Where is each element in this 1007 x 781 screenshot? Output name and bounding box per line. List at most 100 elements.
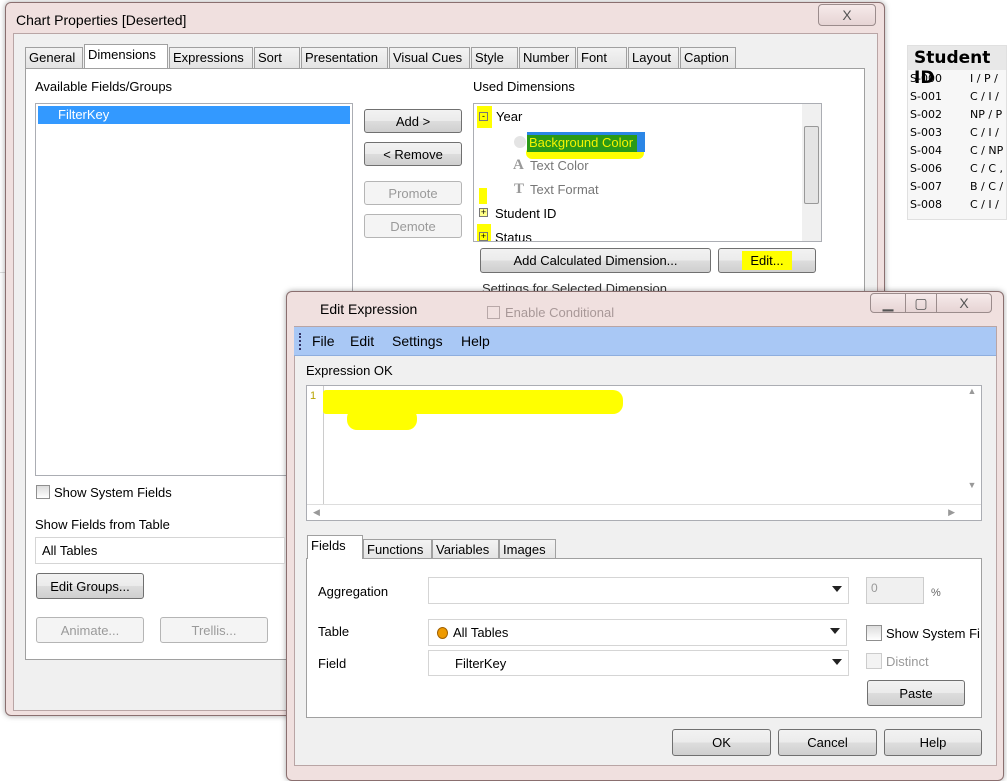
tab-general[interactable]: General (25, 47, 83, 68)
table-label: Table (318, 624, 350, 639)
table-row: S-000 I / P / (910, 72, 1004, 90)
row-id: S-001 (910, 90, 942, 103)
tree-item-text-format[interactable]: Text Format (530, 182, 599, 197)
show-system-fields-checkbox[interactable] (866, 625, 882, 641)
ok-button[interactable]: OK (672, 729, 771, 756)
tree-item-status[interactable]: Status (495, 230, 532, 241)
row-value: NP / P (970, 108, 1003, 121)
close-button[interactable]: X (818, 4, 876, 26)
distinct-label: Distinct (886, 654, 929, 669)
chevron-down-icon (832, 586, 842, 592)
field-dropdown[interactable]: FilterKey (428, 650, 849, 676)
tree-item-year[interactable]: Year (496, 109, 522, 124)
demote-button[interactable]: Demote (364, 214, 462, 238)
expand-icon[interactable]: + (479, 232, 488, 241)
tab-font[interactable]: Font (577, 47, 627, 68)
row-id: S-006 (910, 162, 942, 175)
aggregation-dropdown[interactable] (428, 577, 849, 604)
tab-fields[interactable]: Fields (307, 535, 363, 559)
background-student-table: Student ID S-000 I / P / S-001 C / I / S-002… (907, 45, 1007, 220)
enable-conditional-checkbox-box[interactable] (487, 306, 500, 319)
help-button[interactable]: Help (884, 729, 982, 756)
minimize-button[interactable]: ▁ (870, 293, 906, 313)
trellis-button[interactable]: Trellis... (160, 617, 268, 643)
row-value: C / I / (970, 90, 999, 103)
show-fields-from-table-label: Show Fields from Table (35, 517, 170, 532)
show-system-fields-checkbox[interactable] (36, 485, 50, 499)
line-number: 1 (310, 390, 317, 402)
percent-sign: % (931, 587, 941, 599)
row-value: C / I / (970, 198, 999, 211)
tab-variables[interactable]: Variables (432, 539, 499, 560)
aggregation-label: Aggregation (318, 584, 389, 599)
tab-expressions[interactable]: Expressions (169, 47, 253, 68)
tab-style[interactable]: Style (471, 47, 518, 68)
row-id: S-004 (910, 144, 942, 157)
row-id: S-007 (910, 180, 942, 193)
used-dimensions-label: Used Dimensions (473, 79, 575, 94)
used-dimensions-tree[interactable]: - Year Background Color A Text Color T T… (473, 103, 822, 242)
expression-status: Expression OK (306, 363, 393, 378)
remove-button[interactable]: < Remove (364, 142, 462, 166)
close-button[interactable]: X (936, 293, 992, 313)
edit-dimension-button[interactable]: Edit... (718, 248, 816, 273)
vertical-scrollbar[interactable]: ▲ ▼ (963, 386, 981, 504)
row-value: I / P / (970, 72, 998, 85)
tab-functions[interactable]: Functions (363, 539, 432, 560)
table-row: S-004 C / NP (910, 144, 1004, 162)
table-dropdown[interactable]: All Tables (35, 537, 285, 564)
field-label: Field (318, 656, 347, 671)
expand-icon[interactable]: + (479, 208, 488, 217)
tab-presentation[interactable]: Presentation (301, 47, 388, 68)
expression-editor[interactable]: 1 ▲ ▼ ◀ ▶ (306, 385, 982, 521)
tab-visual-cues[interactable]: Visual Cues (389, 47, 470, 68)
menu-file[interactable]: File (312, 333, 335, 349)
tab-layout[interactable]: Layout (628, 47, 679, 68)
row-value: C / I / (970, 126, 999, 139)
table-row: S-006 C / C , (910, 162, 1004, 180)
close-icon: X (842, 7, 852, 23)
percent-input[interactable]: 0 (866, 577, 924, 604)
distinct-checkbox[interactable] (866, 653, 882, 669)
tree-item-student-id[interactable]: Student ID (495, 206, 556, 221)
tab-dimensions[interactable]: Dimensions (84, 44, 168, 68)
menu-help[interactable]: Help (461, 333, 490, 349)
horizontal-scrollbar[interactable]: ◀ ▶ (307, 504, 981, 520)
paste-button[interactable]: Paste (867, 680, 965, 706)
row-id: S-003 (910, 126, 942, 139)
row-id: S-000 (910, 72, 942, 85)
show-system-fields-label: Show System Fi (886, 626, 980, 641)
collapse-icon[interactable]: - (479, 112, 488, 121)
tree-item-background-color[interactable]: Background Color (527, 132, 645, 152)
edit-groups-button[interactable]: Edit Groups... (36, 573, 144, 599)
window-title: Edit Expression (320, 301, 418, 317)
table-row: S-008 C / I / (910, 198, 1004, 216)
row-id: S-002 (910, 108, 942, 121)
animate-button[interactable]: Animate... (36, 617, 144, 643)
vertical-scrollbar[interactable] (802, 104, 821, 241)
text-color-icon: A (513, 157, 524, 173)
add-calculated-dimension-button[interactable]: Add Calculated Dimension... (480, 248, 711, 273)
row-value: C / NP (970, 144, 1004, 157)
table-row: S-003 C / I / (910, 126, 1004, 144)
tree-item-text-color[interactable]: Text Color (530, 158, 589, 173)
table-row: S-007 B / C / (910, 180, 1004, 198)
row-id: S-008 (910, 198, 942, 211)
promote-button[interactable]: Promote (364, 181, 462, 205)
tab-images[interactable]: Images (499, 539, 556, 560)
grip-icon (299, 333, 301, 350)
menu-edit[interactable]: Edit (350, 333, 374, 349)
row-value: B / C / (970, 180, 1004, 193)
add-button[interactable]: Add > (364, 109, 462, 133)
row-value: C / C , (970, 162, 1004, 175)
cancel-button[interactable]: Cancel (778, 729, 877, 756)
list-item[interactable]: FilterKey (38, 106, 350, 124)
tab-sort[interactable]: Sort (254, 47, 300, 68)
tab-caption[interactable]: Caption (680, 47, 736, 68)
tab-number[interactable]: Number (519, 47, 576, 68)
maximize-button[interactable]: ▢ (905, 293, 937, 313)
table-dropdown[interactable]: All Tables (428, 619, 847, 646)
text-format-icon: T (514, 181, 525, 197)
enable-conditional-checkbox[interactable]: Enable Conditional (505, 305, 614, 320)
menu-settings[interactable]: Settings (392, 333, 443, 349)
